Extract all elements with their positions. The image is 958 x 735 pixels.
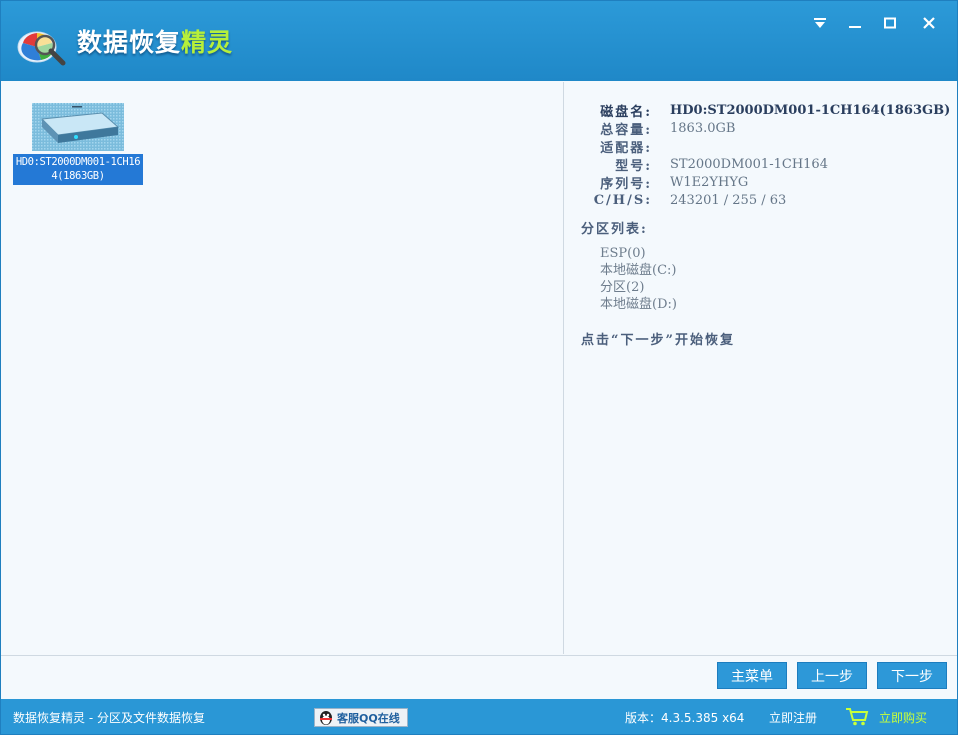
info-key: 型号:	[615, 158, 652, 174]
status-bar: 数据恢复精灵 - 分区及文件数据恢复 客服QQ在线 版本：4.3.5.385 x…	[1, 699, 957, 734]
menu-dropdown-icon	[814, 18, 826, 28]
hard-disk-icon	[32, 103, 124, 151]
title-bar[interactable]: 数据恢复精灵	[1, 1, 957, 81]
disk-info: 磁盘名: HD0:ST2000DM001-1CH164(1863GB) 总容量:…	[582, 101, 954, 209]
disk-list-pane[interactable]: HD0:ST2000DM001-1CH164(1863GB)	[1, 82, 564, 654]
minimize-icon	[849, 26, 861, 28]
next-button[interactable]: 下一步	[877, 662, 947, 689]
info-value: 243201 / 255 / 63	[670, 192, 787, 208]
partition-list-title: 分区列表:	[581, 222, 648, 237]
partition-item: 分区(2)	[600, 280, 645, 295]
shopping-cart-icon	[846, 708, 869, 726]
minimize-button[interactable]	[840, 9, 870, 37]
version-text: 版本：4.3.5.385 x64	[625, 711, 745, 725]
main-menu-button[interactable]: 主菜单	[717, 662, 787, 689]
next-step-hint: 点击“下一步”开始恢复	[581, 333, 735, 348]
info-row-disk-name: 磁盘名: HD0:ST2000DM001-1CH164(1863GB)	[582, 101, 954, 120]
register-link[interactable]: 立即注册	[769, 709, 817, 726]
app-title: 数据恢复精灵	[77, 23, 233, 63]
info-row-serial: 序列号: W1E2YHYG	[582, 173, 954, 192]
app-logo-icon	[17, 31, 66, 66]
qq-support-label: 客服QQ在线	[337, 711, 400, 725]
disk-item-hd0[interactable]: HD0:ST2000DM001-1CH164(1863GB)	[13, 102, 145, 185]
close-icon	[923, 17, 935, 29]
main-window: 数据恢复精灵 HD0:ST2000DM001-1CH164(1863GB) 磁盘…	[0, 0, 958, 735]
partition-list: ESP(0) 本地磁盘(C:) 分区(2) 本地磁盘(D:)	[600, 245, 677, 313]
info-row-capacity: 总容量: 1863.0GB	[582, 119, 954, 138]
info-key: C/H/S:	[593, 192, 652, 208]
info-row-adapter: 适配器:	[582, 137, 954, 156]
disk-caption: HD0:ST2000DM001-1CH164(1863GB)	[13, 154, 143, 185]
info-value: ST2000DM001-1CH164	[670, 156, 828, 172]
disk-info-pane: 磁盘名: HD0:ST2000DM001-1CH164(1863GB) 总容量:…	[564, 82, 957, 654]
prev-button[interactable]: 上一步	[797, 662, 867, 689]
info-key: 序列号:	[600, 176, 652, 192]
info-value: 1863.0GB	[670, 120, 736, 136]
app-title-main: 数据恢复	[77, 28, 182, 57]
info-key: 适配器:	[600, 140, 652, 156]
maximize-button[interactable]	[875, 9, 905, 37]
status-app-description: 数据恢复精灵 - 分区及文件数据恢复	[13, 711, 205, 725]
qq-support-button[interactable]: 客服QQ在线	[314, 708, 408, 727]
button-bar: 主菜单 上一步 下一步	[1, 655, 957, 700]
qq-penguin-icon	[320, 711, 332, 725]
partition-item: 本地磁盘(D:)	[600, 297, 677, 312]
info-value: W1E2YHYG	[670, 174, 749, 190]
maximize-icon	[884, 17, 896, 29]
buy-now-link[interactable]: 立即购买	[879, 709, 927, 726]
menu-button[interactable]	[805, 9, 835, 37]
partition-item: 本地磁盘(C:)	[600, 263, 677, 278]
info-row-chs: C/H/S: 243201 / 255 / 63	[582, 191, 954, 209]
info-value: HD0:ST2000DM001-1CH164(1863GB)	[670, 102, 951, 118]
partition-item: ESP(0)	[600, 246, 646, 261]
close-button[interactable]	[914, 9, 944, 37]
info-key: 磁盘名:	[600, 104, 652, 120]
info-key: 总容量:	[600, 122, 652, 138]
info-row-model: 型号: ST2000DM001-1CH164	[582, 155, 954, 174]
app-title-accent: 精灵	[181, 28, 234, 57]
